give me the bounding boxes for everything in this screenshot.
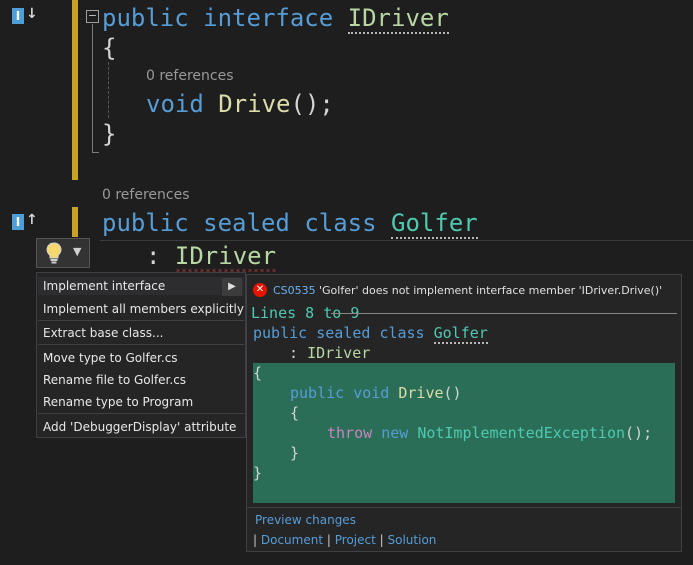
menu-item-implement-explicitly[interactable]: Implement all members explicitly	[43, 302, 244, 316]
preview-close-brace: }	[253, 464, 263, 482]
code-line-interface: public interface IDriver	[102, 4, 449, 34]
collapse-toggle[interactable]: −	[86, 10, 99, 23]
menu-item-rename-file[interactable]: Rename file to Golfer.cs	[43, 373, 186, 387]
error-squiggle[interactable]: IDriver	[174, 242, 277, 272]
menu-item-move-type[interactable]: Move type to Golfer.cs	[43, 351, 178, 365]
menu-separator	[38, 320, 244, 321]
scope-solution-link[interactable]: Solution	[388, 533, 437, 547]
lightbulb-button[interactable]: ▼	[36, 238, 90, 268]
submenu-chevron-icon[interactable]: ▶	[222, 278, 242, 296]
header-rule	[331, 313, 677, 314]
preview-pane: ✕ CS0535 'Golfer' does not implement int…	[246, 274, 682, 552]
preview-throw-line: throw new NotImplementedException();	[327, 424, 653, 442]
preview-inner-open: {	[290, 404, 300, 422]
implements-glyph[interactable]: I ↑	[12, 212, 38, 230]
chevron-down-icon: ▼	[73, 245, 82, 258]
interface-letter-icon: I	[12, 214, 24, 230]
preview-changes-link[interactable]: Preview changes	[255, 513, 356, 527]
code-line-open-brace: {	[102, 34, 117, 62]
scope-project-link[interactable]: Project	[335, 533, 376, 547]
class-name[interactable]: Golfer	[391, 209, 478, 239]
quick-actions-menu: Implement interface Implement all member…	[36, 272, 246, 438]
scope-document-link[interactable]: Document	[261, 533, 323, 547]
indent-guide	[108, 62, 109, 118]
menu-separator	[38, 413, 244, 414]
error-icon: ✕	[253, 283, 267, 297]
preview-open-brace: {	[253, 364, 263, 382]
codelens-references[interactable]: 0 references	[102, 187, 190, 203]
menu-item-implement-interface[interactable]: Implement interface	[43, 279, 165, 293]
error-code-link[interactable]: CS0535	[273, 284, 316, 297]
code-line-close-brace: }	[102, 120, 117, 148]
preview-method-line: public void Drive()	[290, 384, 462, 402]
menu-item-rename-type[interactable]: Rename type to Program	[43, 395, 193, 409]
implemented-by-glyph[interactable]: I ↓	[12, 6, 38, 24]
code-line-method: void Drive();	[146, 90, 334, 118]
preview-class-line: public sealed class Golfer	[253, 324, 488, 344]
menu-item-extract-base-class[interactable]: Extract base class...	[43, 326, 163, 340]
arrow-up-icon: ↑	[26, 212, 38, 228]
preview-separator	[247, 507, 681, 508]
interface-letter-icon: I	[12, 8, 24, 24]
outline-guide	[92, 24, 99, 153]
change-bar-bottom	[72, 207, 78, 237]
lightbulb-icon	[46, 242, 62, 264]
change-bar-top	[72, 0, 78, 180]
code-line-base: : IDriver	[146, 242, 277, 272]
codelens-references[interactable]: 0 references	[146, 68, 234, 84]
code-line-class: public sealed class Golfer	[102, 209, 478, 239]
error-message: 'Golfer' does not implement interface me…	[319, 284, 663, 297]
preview-inner-close: }	[290, 444, 300, 462]
interface-name[interactable]: IDriver	[347, 4, 449, 34]
menu-item-add-debugger-display[interactable]: Add 'DebuggerDisplay' attribute	[43, 420, 236, 434]
preview-base-line: : IDriver	[289, 344, 371, 362]
scope-links: | Document | Project | Solution	[253, 533, 437, 547]
arrow-down-icon: ↓	[26, 6, 38, 22]
menu-separator	[38, 344, 244, 345]
